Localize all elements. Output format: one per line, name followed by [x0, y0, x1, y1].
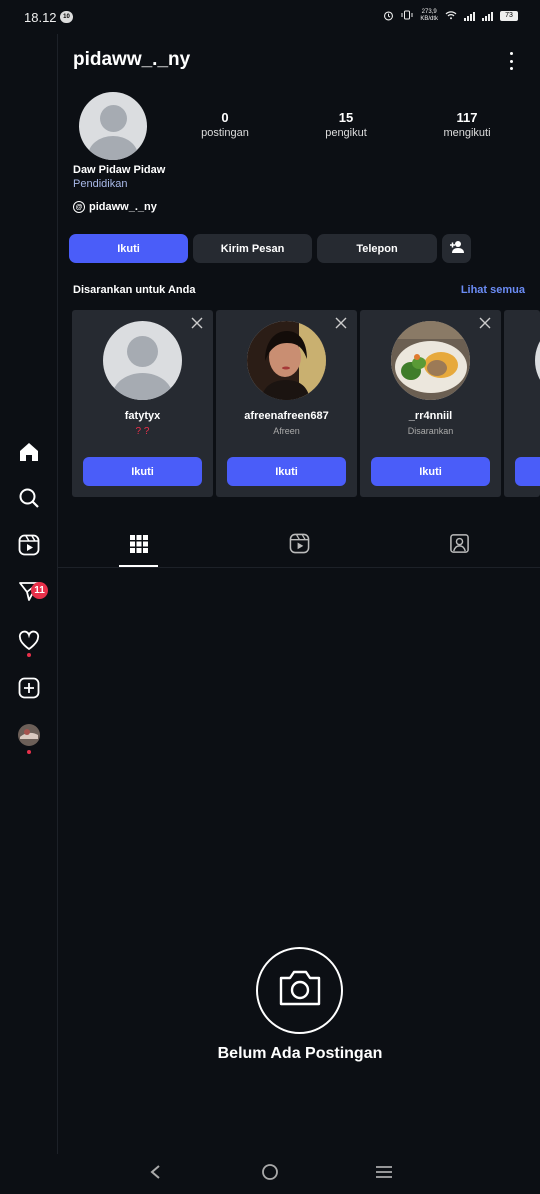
profile-username: pidaww_._ny [73, 49, 191, 70]
suggestion-avatar[interactable] [247, 321, 326, 400]
notification-dot [27, 653, 31, 657]
tagged-icon [449, 533, 470, 559]
status-bar: 18.12 10 273,9 KB/dtk 73 [0, 0, 540, 34]
suggestion-subtitle: ? ? [135, 426, 150, 437]
search-icon [18, 487, 40, 514]
threads-icon: @ [73, 201, 85, 213]
sidebar-item-home[interactable] [16, 441, 42, 467]
stat-posts[interactable]: 0 postingan [185, 110, 265, 139]
status-time: 18.12 [24, 10, 57, 25]
alarm-icon [383, 10, 394, 23]
tab-tagged[interactable] [439, 534, 479, 558]
close-icon[interactable] [334, 316, 348, 330]
suggestion-username: _rr4nniil [408, 410, 453, 422]
full-name: Daw Pidaw Pidaw [73, 164, 166, 176]
sidebar-item-create[interactable] [16, 677, 42, 703]
home-icon [18, 441, 40, 468]
stat-following-label: mengikuti [443, 127, 491, 139]
suggestion-card[interactable]: _rr4nniil Disarankan Ikuti [360, 310, 501, 497]
signal-icon [464, 11, 475, 21]
close-icon[interactable] [190, 316, 204, 330]
stat-posts-label: postingan [201, 127, 249, 139]
camera-icon [277, 968, 323, 1013]
threads-handle: pidaww_._ny [89, 201, 157, 213]
suggestion-subtitle: Afreen [273, 426, 300, 436]
stat-following-count: 117 [456, 110, 478, 125]
close-icon[interactable] [478, 316, 492, 330]
empty-posts-camera [256, 947, 343, 1034]
reels-icon [289, 533, 310, 559]
suggestion-username: fatytyx [124, 410, 161, 422]
nav-back-button[interactable] [142, 1163, 168, 1185]
sidebar-item-profile[interactable] [16, 723, 42, 752]
suggestion-card-partial[interactable] [504, 310, 540, 497]
stat-followers[interactable]: 15 pengikut [306, 110, 386, 139]
follow-button[interactable]: Ikuti [69, 234, 188, 263]
sidebar-item-reels[interactable] [16, 534, 42, 560]
call-button[interactable]: Telepon [317, 234, 437, 263]
avatar[interactable] [79, 92, 147, 160]
stat-followers-label: pengikut [325, 127, 367, 139]
suggestion-follow-button[interactable]: Ikuti [371, 457, 490, 486]
nav-home-button[interactable] [257, 1163, 283, 1185]
tab-reels[interactable] [279, 533, 319, 559]
empty-posts-text: Belum Ada Postingan [217, 1045, 383, 1062]
suggestion-follow-button[interactable]: Ikuti [227, 457, 346, 486]
suggestion-subtitle: Disarankan [407, 426, 454, 436]
message-button[interactable]: Kirim Pesan [193, 234, 312, 263]
suggestions-title: Disarankan untuk Anda [73, 284, 196, 296]
tab-posts[interactable] [119, 534, 159, 558]
profile-dot [27, 750, 31, 754]
sidebar-item-search[interactable] [16, 487, 42, 513]
suggestion-follow-button[interactable]: Ikuti [83, 457, 202, 486]
stat-posts-count: 0 [221, 110, 229, 125]
add-user-icon [449, 240, 465, 257]
status-icons: 273,9 KB/dtk 73 [383, 9, 518, 23]
stat-following[interactable]: 117 mengikuti [427, 110, 507, 139]
stat-followers-count: 15 [338, 110, 354, 125]
profile-category: Pendidikan [73, 178, 128, 190]
threads-link[interactable]: @ pidaww_._ny [73, 201, 157, 213]
see-all-link[interactable]: Lihat semua [461, 284, 525, 296]
profile-avatar-icon [17, 723, 41, 752]
suggestion-avatar[interactable] [391, 321, 470, 400]
nav-recents-button[interactable] [371, 1163, 397, 1185]
suggestion-avatar [535, 321, 540, 400]
suggestion-card[interactable]: fatytyx ? ? Ikuti [72, 310, 213, 497]
messages-badge: 11 [31, 582, 48, 599]
suggestion-card[interactable]: afreenafreen687 Afreen Ikuti [216, 310, 357, 497]
more-options-icon[interactable] [505, 52, 517, 70]
sidebar-divider [57, 34, 58, 1154]
suggestion-username: afreenafreen687 [244, 410, 329, 422]
suggestion-avatar[interactable] [103, 321, 182, 400]
plus-square-icon [18, 677, 40, 704]
grid-icon [129, 534, 149, 559]
network-speed: 273,9 KB/dtk [420, 9, 438, 22]
back-icon [149, 1164, 161, 1185]
suggest-people-button[interactable] [442, 234, 471, 263]
status-notification-badge: 10 [60, 11, 73, 23]
wifi-icon [445, 10, 457, 22]
battery-icon: 73 [500, 11, 518, 21]
system-nav-bar [0, 1155, 540, 1194]
home-circle-icon [261, 1163, 279, 1186]
profile-tabs [58, 530, 540, 568]
active-tab-indicator [119, 565, 158, 567]
vibrate-icon [401, 10, 413, 22]
reels-icon [18, 534, 40, 561]
menu-icon [375, 1164, 393, 1185]
suggestion-follow-button[interactable] [515, 457, 540, 486]
signal-icon-2 [482, 11, 493, 21]
